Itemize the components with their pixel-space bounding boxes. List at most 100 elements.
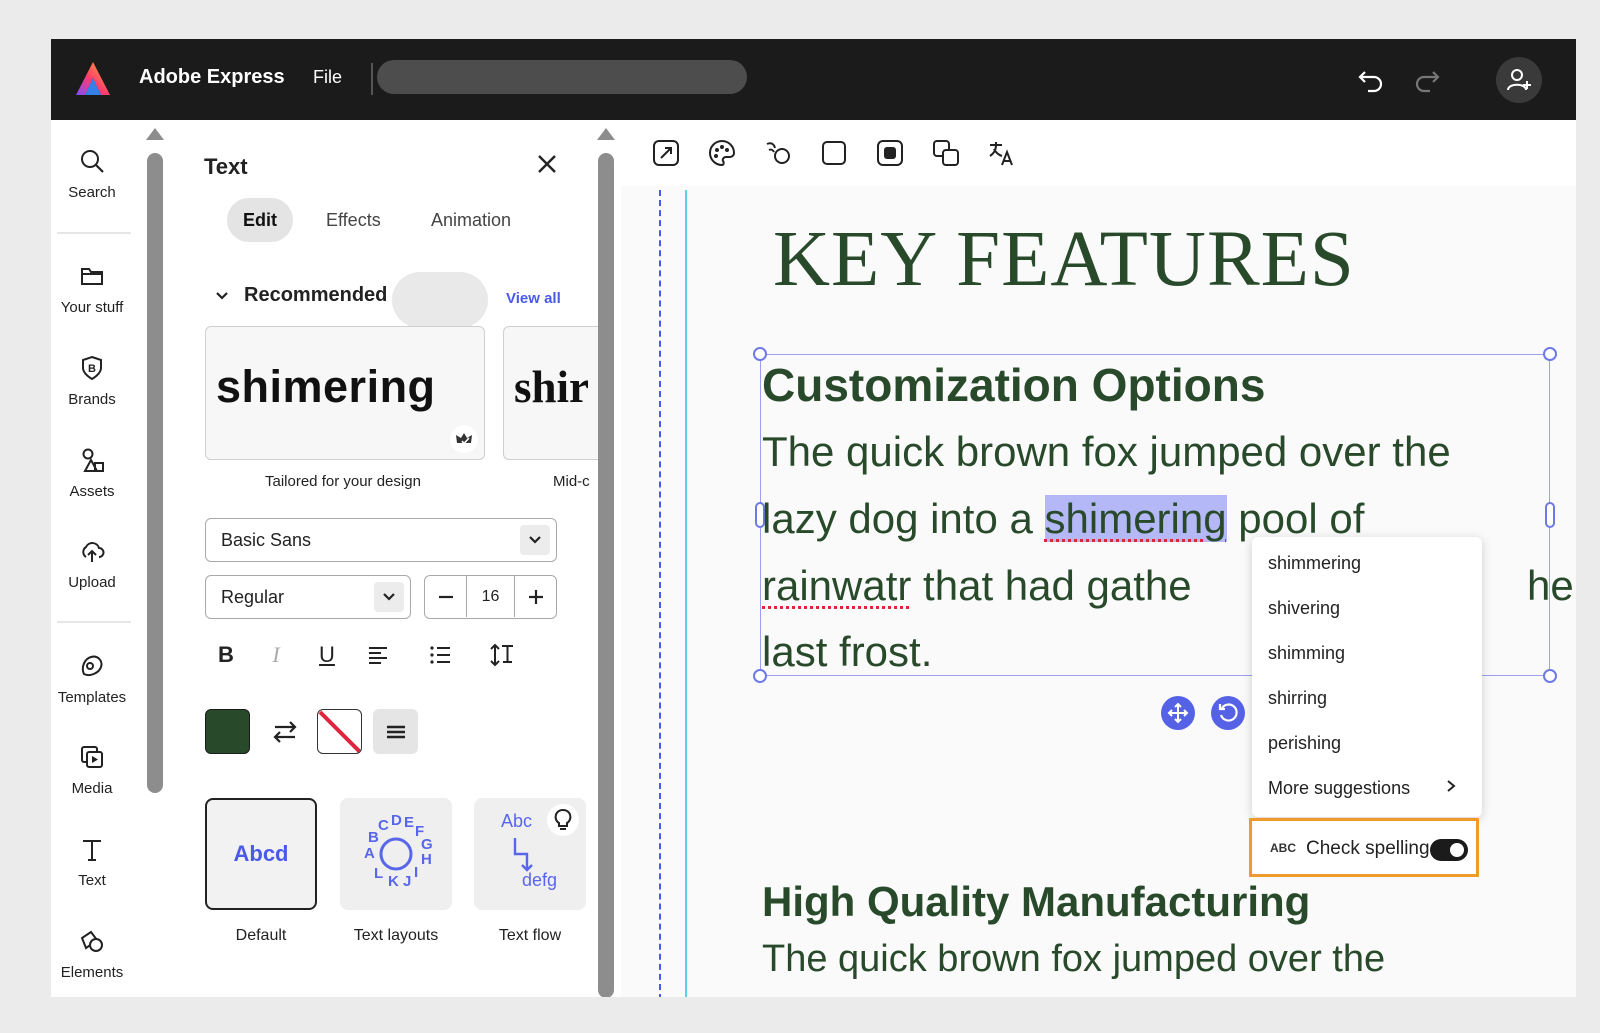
suggestion-item[interactable]: shivering	[1268, 598, 1468, 619]
rail-scroll-up-icon[interactable]	[146, 128, 164, 140]
underline-button[interactable]: U	[309, 637, 345, 673]
rail-item-search[interactable]: Search	[51, 148, 133, 228]
style-caption: Default	[235, 927, 287, 944]
body-text-line[interactable]: rainwatr that had gathe	[762, 562, 1192, 610]
body-text-line[interactable]: The quick brown fox jumped over the	[762, 428, 1451, 476]
swap-colors-icon[interactable]	[267, 714, 303, 750]
left-rail: Search Your stuff B Brands Assets Upload…	[51, 120, 164, 997]
text-style-card[interactable]: shir	[503, 326, 603, 460]
dropdown-toggle[interactable]	[374, 582, 404, 612]
resize-handle[interactable]	[1543, 669, 1557, 683]
duplicate-icon[interactable]	[931, 138, 961, 168]
rail-item-elements[interactable]: Elements	[51, 928, 133, 997]
adobe-express-logo-icon[interactable]	[73, 59, 113, 99]
canvas-toolbar	[621, 120, 1576, 186]
rail-item-upload[interactable]: Upload	[51, 538, 133, 618]
section-title[interactable]: Customization Options	[762, 358, 1265, 412]
rail-item-assets[interactable]: Assets	[51, 447, 133, 527]
document-title-field[interactable]	[377, 60, 747, 94]
tab-edit[interactable]: Edit	[227, 198, 293, 242]
resize-icon[interactable]	[651, 138, 681, 168]
rail-item-text[interactable]: Text	[51, 836, 133, 916]
app-title: Adobe Express	[139, 66, 285, 88]
rail-item-brands[interactable]: B Brands	[51, 355, 133, 435]
check-spelling-toggle[interactable]	[1430, 839, 1468, 861]
redo-button[interactable]	[1407, 59, 1447, 99]
card-preview-text: shimering	[216, 361, 436, 412]
stroke-options-button[interactable]	[373, 709, 418, 754]
suggestion-item[interactable]: perishing	[1268, 733, 1468, 754]
bold-button[interactable]: B	[208, 637, 244, 673]
recommended-label: Recommended	[244, 284, 388, 306]
font-size-value[interactable]: 16	[467, 588, 514, 606]
misspelled-word[interactable]: rainwatr	[762, 562, 911, 609]
suggestion-item[interactable]: shimming	[1268, 643, 1468, 664]
view-all-link[interactable]: View all	[506, 290, 561, 307]
no-fill-swatch[interactable]	[317, 709, 362, 754]
text-panel: Text Edit Effects Animation Recommended …	[171, 120, 621, 997]
body-text-line[interactable]: last frost.	[762, 628, 932, 676]
menu-lines-icon	[386, 725, 405, 738]
svg-text:I: I	[414, 864, 418, 881]
font-weight-select[interactable]: Regular	[205, 575, 411, 619]
canvas-heading[interactable]: KEY FEATURES	[773, 215, 1355, 305]
check-spelling-row[interactable]: ABC Check spelling	[1249, 818, 1479, 877]
panel-scroll-up-icon[interactable]	[597, 128, 615, 140]
panel-scrollbar[interactable]	[598, 153, 614, 997]
decrease-size-button[interactable]	[425, 576, 467, 617]
animate-icon[interactable]	[763, 138, 793, 168]
body-text-segment: that had gathe	[911, 562, 1192, 609]
color-palette-icon[interactable]	[707, 138, 737, 168]
undo-button[interactable]	[1351, 59, 1391, 99]
premium-crown-icon	[450, 425, 478, 453]
line-spacing-button[interactable]	[484, 637, 520, 673]
text-color-swatch[interactable]	[205, 709, 250, 754]
invite-user-button[interactable]	[1496, 57, 1542, 103]
bleed-guide	[685, 190, 687, 997]
italic-button[interactable]: I	[258, 637, 294, 673]
side-handle[interactable]	[1545, 502, 1555, 528]
bullet-list-button[interactable]	[422, 637, 458, 673]
more-suggestions-item[interactable]: More suggestions	[1268, 778, 1468, 799]
tab-animation[interactable]: Animation	[415, 198, 527, 242]
move-button[interactable]	[1161, 696, 1195, 730]
chevron-down-icon[interactable]	[214, 288, 230, 304]
rotate-icon	[1218, 703, 1238, 722]
dropdown-toggle[interactable]	[520, 525, 550, 555]
shape-icon[interactable]	[819, 138, 849, 168]
style-card-default[interactable]: Abcd	[205, 798, 317, 910]
rail-item-your-stuff[interactable]: Your stuff	[51, 263, 133, 343]
increase-size-button[interactable]	[514, 576, 556, 617]
body-text-line[interactable]: lazy dog into a shimering pool of	[762, 495, 1364, 543]
resize-handle[interactable]	[1543, 347, 1557, 361]
section-title[interactable]: High Quality Manufacturing	[762, 878, 1310, 926]
no-fill-icon	[318, 710, 361, 753]
svg-text:J: J	[403, 873, 411, 890]
font-family-select[interactable]: Basic Sans	[205, 518, 557, 562]
misspelled-word-selected[interactable]: shimering	[1044, 495, 1227, 542]
text-align-button[interactable]	[360, 637, 396, 673]
translate-icon[interactable]	[987, 138, 1017, 168]
svg-text:L: L	[374, 865, 383, 882]
style-card-text-layouts[interactable]: ABCD EFGH IJKL	[340, 798, 452, 910]
rotate-button[interactable]	[1211, 696, 1245, 730]
redo-icon	[1415, 71, 1440, 93]
file-menu[interactable]: File	[313, 67, 342, 88]
close-icon[interactable]	[533, 150, 561, 178]
rail-item-media[interactable]: Media	[51, 744, 133, 824]
suggestion-item[interactable]: shimmering	[1268, 553, 1468, 574]
style-card-text-flow[interactable]: Abc defg	[474, 798, 586, 910]
panel-title: Text	[204, 154, 248, 179]
style-preview-text: Abc	[501, 811, 533, 831]
rail-scrollbar[interactable]	[147, 153, 163, 793]
rail-item-templates[interactable]: Templates	[51, 653, 133, 733]
rail-label: Your stuff	[60, 299, 124, 316]
body-text-line[interactable]: The quick brown fox jumped over the	[762, 938, 1385, 981]
tab-effects[interactable]: Effects	[310, 198, 397, 242]
text-style-card[interactable]: shimering	[205, 326, 485, 460]
rail-label: Brands	[68, 391, 116, 408]
rail-label: Search	[68, 184, 116, 201]
mask-icon[interactable]	[875, 138, 905, 168]
tip-button[interactable]	[547, 804, 579, 836]
suggestion-item[interactable]: shirring	[1268, 688, 1468, 709]
